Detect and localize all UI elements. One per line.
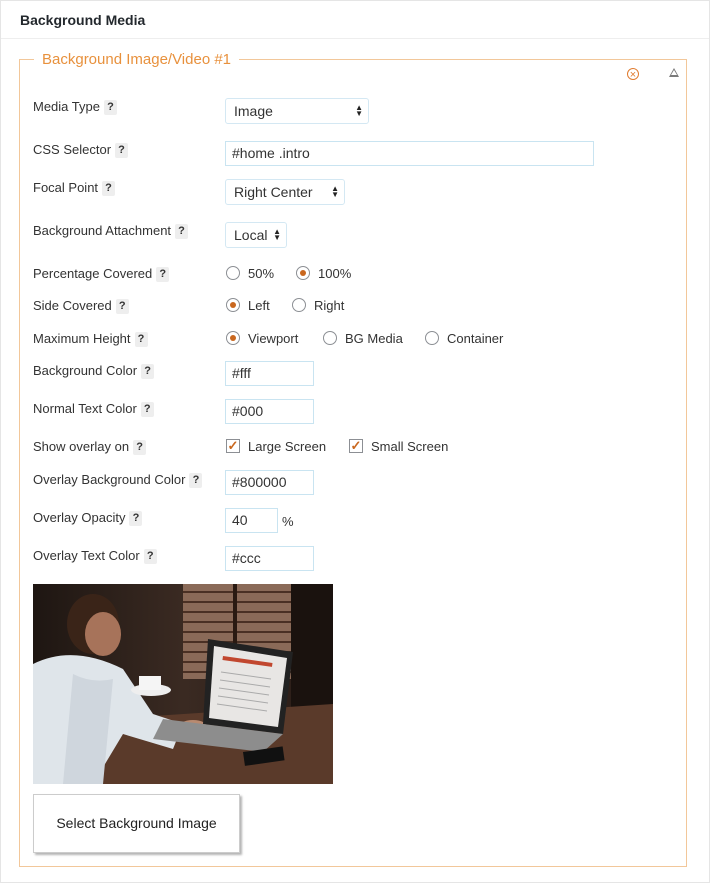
bg-color-label-text: Background Color [33, 363, 138, 378]
help-icon[interactable]: ? [115, 143, 129, 158]
overlay-opacity-label-text: Overlay Opacity [33, 510, 126, 525]
overlay-on-label: Show overlay on? [33, 439, 147, 455]
help-icon[interactable]: ? [103, 100, 117, 115]
collapse-triangle-icon[interactable] [669, 68, 679, 77]
side-right-radio[interactable] [292, 298, 306, 312]
css-selector-input[interactable]: #home .intro [225, 141, 594, 166]
media-type-value: Image [234, 103, 273, 119]
max-height-bgmedia-label: BG Media [345, 331, 403, 346]
media-type-label: Media Type? [33, 99, 117, 115]
metabox-title: Background Media [20, 12, 146, 28]
large-screen-label: Large Screen [248, 439, 327, 454]
help-icon[interactable]: ? [141, 364, 155, 379]
side-right-label: Right [314, 298, 345, 313]
select-background-image-button[interactable]: Select Background Image [33, 794, 240, 853]
side-left-label: Left [248, 298, 270, 313]
media-type-select[interactable]: Image ▲ ▼ [225, 98, 369, 124]
overlay-text-label: Overlay Text Color? [33, 548, 157, 564]
pct-50-radio[interactable] [226, 266, 240, 280]
small-screen-label: Small Screen [371, 439, 449, 454]
max-height-label-text: Maximum Height [33, 331, 131, 346]
bg-attachment-label: Background Attachment? [33, 223, 189, 239]
pct-100-radio[interactable] [296, 266, 310, 280]
overlay-bg-label: Overlay Background Color? [33, 472, 203, 488]
pct-covered-label-text: Percentage Covered [33, 266, 153, 281]
text-color-input[interactable]: #000 [225, 399, 314, 424]
help-icon[interactable]: ? [134, 332, 148, 347]
help-icon[interactable]: ? [102, 181, 116, 196]
help-icon[interactable]: ? [189, 473, 203, 488]
select-arrows-icon: ▲ ▼ [355, 103, 363, 118]
bg-attachment-value: Local [234, 227, 268, 243]
remove-group-icon[interactable]: × [627, 68, 639, 81]
pct-50-label: 50% [248, 266, 275, 281]
help-icon[interactable]: ? [115, 299, 129, 314]
overlay-bg-label-text: Overlay Background Color [33, 472, 186, 487]
overlay-opacity-label: Overlay Opacity? [33, 510, 143, 526]
help-icon[interactable]: ? [175, 224, 189, 239]
focal-point-value: Right Center [234, 184, 313, 200]
small-screen-checkbox[interactable]: ✓ [349, 439, 363, 453]
css-selector-label: CSS Selector? [33, 142, 129, 158]
bg-attachment-label-text: Background Attachment [33, 223, 172, 238]
focal-point-label: Focal Point? [33, 180, 116, 196]
overlay-text-input[interactable]: #ccc [225, 546, 314, 571]
max-height-viewport-label: Viewport [248, 331, 299, 346]
metabox-header: Background Media [1, 1, 709, 39]
select-arrows-icon: ▲ ▼ [273, 227, 281, 242]
overlay-bg-input[interactable]: #800000 [225, 470, 314, 495]
text-color-label: Normal Text Color? [33, 401, 154, 417]
focal-point-label-text: Focal Point [33, 180, 99, 195]
max-height-container-radio[interactable] [425, 331, 439, 345]
help-icon[interactable]: ? [133, 440, 147, 455]
side-left-radio[interactable] [226, 298, 240, 312]
bg-attachment-select[interactable]: Local ▲ ▼ [225, 222, 287, 248]
css-selector-label-text: CSS Selector [33, 142, 112, 157]
man-with-laptop-photo [33, 584, 333, 784]
max-height-container-label: Container [447, 331, 504, 346]
overlay-text-label-text: Overlay Text Color [33, 548, 140, 563]
focal-point-select[interactable]: Right Center ▲ ▼ [225, 179, 345, 205]
help-icon[interactable]: ? [143, 549, 157, 564]
background-image-preview [33, 584, 333, 784]
large-screen-checkbox[interactable]: ✓ [226, 439, 240, 453]
select-arrows-icon: ▲ ▼ [331, 184, 339, 199]
max-height-bgmedia-radio[interactable] [323, 331, 337, 345]
max-height-label: Maximum Height? [33, 331, 148, 347]
bg-color-label: Background Color? [33, 363, 155, 379]
overlay-on-label-text: Show overlay on [33, 439, 130, 454]
bg-color-input[interactable]: #fff [225, 361, 314, 386]
group-legend: Background Image/Video #1 [34, 51, 240, 69]
opacity-unit: % [282, 514, 294, 529]
media-type-label-text: Media Type [33, 99, 100, 114]
help-icon[interactable]: ? [129, 511, 143, 526]
pct-100-label: 100% [318, 266, 352, 281]
side-covered-label-text: Side Covered [33, 298, 112, 313]
pct-covered-label: Percentage Covered? [33, 266, 170, 282]
text-color-label-text: Normal Text Color [33, 401, 137, 416]
overlay-opacity-input[interactable]: 40 [225, 508, 278, 533]
max-height-viewport-radio[interactable] [226, 331, 240, 345]
side-covered-label: Side Covered? [33, 298, 129, 314]
help-icon[interactable]: ? [140, 402, 154, 417]
help-icon[interactable]: ? [156, 267, 170, 282]
